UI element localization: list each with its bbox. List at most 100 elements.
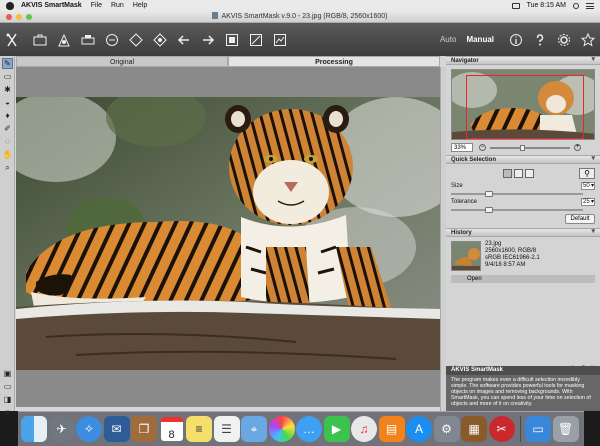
calendar-icon[interactable]: 8 bbox=[159, 416, 185, 442]
eraser-tool-icon[interactable]: ✐ bbox=[2, 123, 13, 134]
mask-icon[interactable] bbox=[153, 32, 167, 47]
share-icon[interactable] bbox=[105, 33, 119, 47]
menu-help[interactable]: Help bbox=[133, 0, 147, 11]
photos-icon[interactable] bbox=[268, 416, 295, 442]
safari-compass-icon[interactable]: ✧ bbox=[76, 416, 102, 442]
system-preferences-icon[interactable]: ⚙ bbox=[433, 416, 460, 442]
rect-select-tool-icon[interactable]: ▭ bbox=[2, 71, 13, 82]
launchpad-rocket-icon[interactable]: ✈ bbox=[48, 416, 75, 442]
bucket-tool-icon[interactable]: ◒ bbox=[2, 97, 13, 108]
color-swatch-icon[interactable]: ■ bbox=[2, 407, 13, 418]
zoom-select[interactable]: 33% bbox=[451, 143, 473, 152]
tolerance-param: Tolerance 25 ▾ bbox=[451, 198, 595, 213]
notification-center-icon[interactable] bbox=[586, 2, 594, 9]
history-header[interactable]: History bbox=[446, 228, 600, 237]
history-profile: sRGB IEC61966-2.1 bbox=[485, 255, 540, 261]
size-slider-thumb[interactable] bbox=[485, 191, 493, 197]
zoom-slider[interactable] bbox=[490, 144, 570, 151]
display-icon[interactable] bbox=[511, 2, 520, 9]
history-list bbox=[451, 285, 595, 360]
clock[interactable]: Tue 8:15 AM bbox=[527, 0, 566, 11]
image-settings-icon[interactable] bbox=[273, 33, 287, 47]
calendar-day: 8 bbox=[160, 417, 183, 441]
zoom-in-icon[interactable]: + bbox=[574, 144, 581, 151]
open-image-icon[interactable] bbox=[33, 33, 47, 47]
maps-icon[interactable]: ⌖ bbox=[241, 416, 267, 442]
background-film-icon[interactable] bbox=[225, 33, 239, 47]
size-slider[interactable] bbox=[451, 191, 583, 197]
hand-tool-icon[interactable]: ✋ bbox=[2, 149, 13, 160]
subtract-selection-icon[interactable] bbox=[525, 168, 534, 178]
quick-selection-header[interactable]: Quick Selection bbox=[446, 155, 600, 164]
trash-icon[interactable]: 🗑 bbox=[552, 416, 579, 442]
size-param: Size 50 ▾ bbox=[451, 182, 595, 197]
tolerance-slider-thumb[interactable] bbox=[485, 207, 493, 213]
finder-icon[interactable] bbox=[21, 416, 47, 442]
size-value: 50 bbox=[583, 183, 590, 189]
drop-tool-icon[interactable]: ♦ bbox=[2, 110, 13, 121]
menu-file[interactable]: File bbox=[91, 0, 102, 11]
close-window-button[interactable] bbox=[6, 14, 12, 20]
history-dimensions: 2560x1600, RGB/8 bbox=[485, 248, 537, 254]
history-date: 9/4/18 8:57 AM bbox=[485, 262, 526, 268]
save-image-icon[interactable] bbox=[57, 33, 71, 47]
new-selection-icon[interactable] bbox=[503, 168, 512, 178]
add-selection-icon[interactable] bbox=[514, 168, 523, 178]
tolerance-slider[interactable] bbox=[451, 207, 583, 213]
itunes-music-icon[interactable]: ♫ bbox=[351, 416, 377, 442]
lasso-tool-icon[interactable]: ◌ bbox=[2, 136, 13, 147]
canvas-edit-icon[interactable] bbox=[249, 33, 263, 47]
minimize-window-button[interactable] bbox=[16, 14, 22, 20]
redo-arrow-icon[interactable] bbox=[201, 33, 215, 47]
navigator-view-frame[interactable] bbox=[466, 75, 584, 139]
help-icon[interactable] bbox=[533, 33, 547, 47]
export-icon[interactable] bbox=[129, 32, 143, 47]
presets-star-icon[interactable] bbox=[581, 32, 595, 47]
history-step-open[interactable]: Open bbox=[451, 275, 595, 283]
tiger-photo bbox=[16, 97, 440, 370]
show-mask-icon[interactable]: ▣ bbox=[2, 368, 13, 379]
app-store-icon[interactable]: A bbox=[406, 416, 432, 442]
quick-selection-tool-icon[interactable]: ✎ bbox=[2, 58, 13, 69]
mode-auto-button[interactable]: Auto bbox=[440, 35, 456, 44]
navigator-preview[interactable] bbox=[451, 69, 595, 140]
default-button[interactable]: Default bbox=[565, 214, 595, 224]
zoom-slider-thumb[interactable] bbox=[520, 144, 525, 151]
notes-icon[interactable]: ≡ bbox=[186, 416, 212, 442]
apple-menu-icon[interactable] bbox=[6, 1, 14, 10]
dock-separator bbox=[520, 416, 521, 442]
undo-arrow-icon[interactable] bbox=[177, 33, 191, 47]
spotlight-search-icon[interactable] bbox=[573, 2, 579, 9]
magic-brush-tool-icon[interactable]: ✱ bbox=[2, 84, 13, 95]
smartmask-app-icon[interactable]: ✂ bbox=[488, 416, 515, 442]
ibooks-icon[interactable]: ▤ bbox=[378, 416, 405, 442]
reminders-icon[interactable]: ☰ bbox=[213, 416, 240, 442]
settings-gear-icon[interactable] bbox=[557, 33, 571, 47]
mode-manual-button[interactable]: Manual bbox=[466, 35, 494, 44]
zoom-window-button[interactable] bbox=[26, 14, 32, 20]
contacts-icon[interactable]: ❐ bbox=[131, 416, 157, 442]
zoom-tool-icon[interactable]: ⌕ bbox=[2, 162, 13, 173]
menu-run[interactable]: Run bbox=[111, 0, 124, 11]
downloads-folder-icon[interactable]: ▭ bbox=[525, 416, 551, 442]
info-icon[interactable] bbox=[509, 33, 523, 47]
image-canvas[interactable] bbox=[16, 67, 440, 407]
tab-original[interactable]: Original bbox=[16, 56, 228, 67]
background-toggle-icon[interactable]: ◨ bbox=[2, 394, 13, 405]
tolerance-input[interactable]: 25 ▾ bbox=[581, 198, 595, 206]
history-item[interactable]: 23.jpg 2560x1600, RGB/8 sRGB IEC61966-2.… bbox=[451, 241, 595, 271]
facetime-icon[interactable]: ▶ bbox=[323, 416, 350, 442]
mail-app-icon[interactable]: ✉ bbox=[103, 416, 130, 442]
tolerance-value: 25 bbox=[583, 199, 590, 205]
navigator-header[interactable]: Navigator bbox=[446, 56, 600, 65]
tab-processing[interactable]: Processing bbox=[228, 56, 440, 67]
messages-icon[interactable]: … bbox=[296, 416, 322, 442]
akvis-suitcase-icon[interactable]: ▦ bbox=[461, 416, 487, 442]
history-thumbnail bbox=[451, 241, 481, 271]
size-input[interactable]: 50 ▾ bbox=[581, 182, 595, 190]
zoom-out-icon[interactable]: − bbox=[479, 144, 486, 151]
show-original-icon[interactable]: ▭ bbox=[2, 381, 13, 392]
menu-app-name[interactable]: AKVIS SmartMask bbox=[21, 0, 82, 11]
print-icon[interactable] bbox=[81, 33, 95, 47]
brush-type-icon[interactable]: ⚲ bbox=[579, 167, 595, 179]
